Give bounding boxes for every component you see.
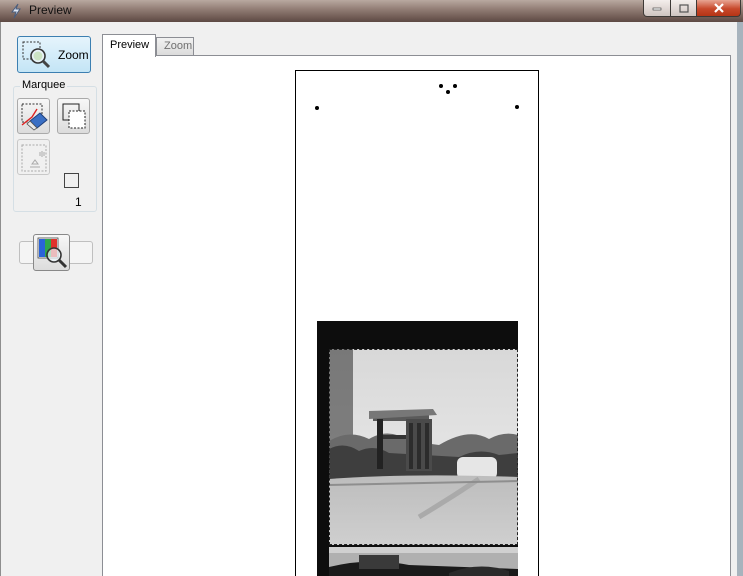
title-bar[interactable]: Preview — [0, 0, 743, 22]
window-title: Preview — [29, 3, 72, 17]
close-button[interactable] — [697, 0, 741, 17]
scan-bed-area[interactable] — [295, 70, 539, 576]
marquee-selection[interactable] — [329, 349, 518, 545]
marquee-count-icon — [64, 173, 79, 188]
auto-locate-button[interactable] — [17, 139, 50, 175]
film-strip — [317, 321, 518, 576]
next-frame-photo — [329, 547, 518, 576]
dust-dot — [453, 84, 457, 88]
color-palette-icon — [37, 237, 68, 269]
maximize-button[interactable] — [671, 0, 697, 17]
next-film-frame — [329, 547, 518, 576]
marquee-group-label: Marquee — [20, 79, 68, 91]
client-area: Zoom Marquee 1 Preview Zoom — [0, 22, 738, 576]
dust-dot — [439, 84, 443, 88]
eraser-marquee-icon — [21, 103, 48, 131]
maximize-icon — [678, 3, 689, 13]
dust-dot — [315, 106, 319, 110]
close-icon — [713, 3, 724, 13]
zoom-magnifier-icon — [22, 41, 51, 69]
minimize-button[interactable] — [643, 0, 671, 17]
marquee-group: Marquee 1 — [13, 79, 97, 264]
duplicate-marquee-icon — [62, 103, 86, 129]
preview-panel — [102, 55, 731, 576]
dust-dot — [515, 105, 519, 109]
window-controls — [643, 0, 741, 17]
tab-preview[interactable]: Preview — [102, 34, 156, 57]
tab-zoom[interactable]: Zoom — [156, 37, 194, 56]
delete-marquee-button[interactable] — [17, 98, 50, 134]
copy-marquee-button[interactable] — [57, 98, 90, 134]
auto-locate-icon — [21, 144, 47, 172]
color-palette-button[interactable] — [33, 234, 70, 271]
zoom-button-label: Zoom — [58, 48, 89, 62]
app-icon — [11, 3, 21, 19]
minimize-icon — [652, 7, 662, 11]
zoom-button[interactable]: Zoom — [17, 36, 91, 73]
marquee-count: 1 — [75, 195, 82, 209]
window-right-frame — [737, 22, 743, 576]
preview-window: Preview Zoom Marquee 1 Preview Zoom — [0, 0, 743, 576]
dust-dot — [446, 90, 450, 94]
